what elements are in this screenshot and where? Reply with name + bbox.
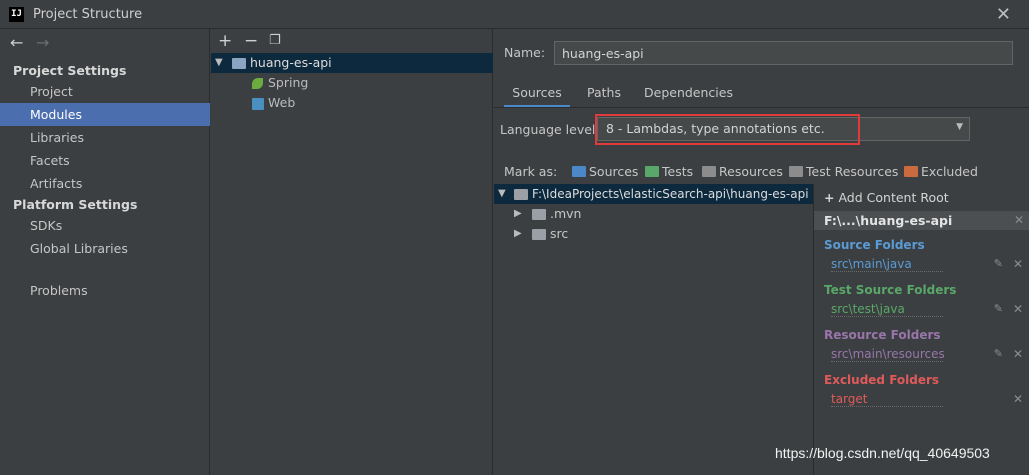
remove-folder-icon[interactable]: ✕ [1013,257,1023,271]
nav-item-modules[interactable]: Modules [0,103,210,126]
tests-folder-icon [645,166,659,177]
facet-row-spring[interactable]: Spring [211,73,493,93]
excluded-folder-icon [904,166,918,177]
tab-divider [494,107,1029,108]
mark-sources-button[interactable]: Sources [589,163,638,181]
tree-label-src: src [550,226,569,241]
facet-label-web: Web [268,95,296,110]
add-content-root-button[interactable]: + Add Content Root [824,190,949,205]
remove-icon[interactable]: − [244,31,258,51]
edit-pencil-icon[interactable]: ✎ [994,347,1003,360]
nav-item-artifacts[interactable]: Artifacts [0,172,210,195]
watermark-url: https://blog.csdn.net/qq_40649503 [775,445,990,461]
expand-triangle-icon[interactable]: ▼ [498,184,506,204]
content-root-row[interactable]: ▼ F:\IdeaProjects\elasticSearch-api\huan… [494,184,813,204]
facet-label-spring: Spring [268,75,309,90]
nav-item-global-libraries[interactable]: Global Libraries [0,237,210,260]
resources-folder-icon [702,166,716,177]
name-label: Name: [504,45,546,60]
test-source-folders-title: Test Source Folders [824,283,957,297]
forward-arrow-icon[interactable]: → [36,33,49,52]
tab-dependencies[interactable]: Dependencies [644,81,733,107]
plus-icon: + [824,190,835,205]
tab-paths[interactable]: Paths [587,81,621,107]
content-root-header-label: F:\...\huang-es-api [824,213,953,228]
mark-tests-button[interactable]: Tests [662,163,693,181]
nav-item-project[interactable]: Project [0,80,210,103]
folder-icon [532,209,546,220]
source-folders-title: Source Folders [824,238,925,252]
highlight-box [595,114,860,145]
resource-folder-path: src\main\resources [831,347,945,362]
dropdown-arrow-icon: ▼ [956,122,963,132]
remove-folder-icon[interactable]: ✕ [1013,392,1023,406]
module-folder-icon [232,58,246,69]
remove-folder-icon[interactable]: ✕ [1013,347,1023,361]
edit-pencil-icon[interactable]: ✎ [994,302,1003,315]
excluded-folders-title: Excluded Folders [824,373,940,387]
content-root-tree: ▼ F:\IdeaProjects\elasticSearch-api\huan… [494,184,813,475]
add-icon[interactable]: + [218,31,232,51]
module-tree-panel: + − ❐ ▼ huang-es-api Spring Web [211,29,493,475]
test-resources-folder-icon [789,166,803,177]
folder-icon [532,229,546,240]
expand-triangle-icon[interactable]: ▼ [215,53,223,73]
project-settings-heading: Project Settings [13,63,127,78]
collapse-triangle-icon[interactable]: ▶ [514,224,522,244]
language-level-label: Language level: [500,122,600,137]
intellij-app-icon: IJ [9,7,24,22]
title-bar: IJ Project Structure ✕ [0,0,1029,29]
sources-folder-icon [572,166,586,177]
module-name-input[interactable] [554,41,1013,65]
module-name: huang-es-api [250,55,332,70]
collapse-triangle-icon[interactable]: ▶ [514,204,522,224]
folder-icon [514,189,528,200]
tree-label-mvn: .mvn [550,206,582,221]
test-source-folder-path: src\test\java [831,302,943,317]
resource-folders-title: Resource Folders [824,328,941,342]
remove-folder-icon[interactable]: ✕ [1013,302,1023,316]
facet-row-web[interactable]: Web [211,93,493,113]
mark-test-resources-button[interactable]: Test Resources [806,163,898,181]
spring-leaf-icon [252,78,263,89]
remove-root-icon[interactable]: ✕ [1014,211,1024,230]
edit-pencil-icon[interactable]: ✎ [994,257,1003,270]
nav-item-libraries[interactable]: Libraries [0,126,210,149]
excluded-folder-path: target [831,392,943,407]
content-root-path: F:\IdeaProjects\elasticSearch-api\huang-… [532,187,809,201]
mark-as-label: Mark as: [504,164,558,179]
tab-sources[interactable]: Sources [504,81,570,107]
nav-item-problems[interactable]: Problems [0,279,210,302]
mark-excluded-button[interactable]: Excluded [921,163,978,181]
content-roots-panel: + Add Content Root F:\...\huang-es-api ✕… [813,184,1029,475]
mark-resources-button[interactable]: Resources [719,163,783,181]
module-row-root[interactable]: ▼ huang-es-api [211,53,493,73]
settings-sidebar: ← → Project Settings Project Modules Lib… [0,29,210,475]
copy-icon[interactable]: ❐ [269,33,281,48]
module-detail-panel: Name: Sources Paths Dependencies Languag… [494,29,1029,475]
platform-settings-heading: Platform Settings [13,197,138,212]
window-title: Project Structure [33,7,143,22]
nav-item-sdks[interactable]: SDKs [0,214,210,237]
close-icon[interactable]: ✕ [996,4,1011,25]
add-content-root-label: Add Content Root [838,190,949,205]
tree-row-mvn[interactable]: ▶ .mvn [494,204,813,224]
back-arrow-icon[interactable]: ← [10,33,23,52]
source-folder-path: src\main\java [831,257,943,272]
content-root-header: F:\...\huang-es-api ✕ [814,211,1029,230]
web-facet-icon [252,98,264,110]
tree-row-src[interactable]: ▶ src [494,224,813,244]
nav-item-facets[interactable]: Facets [0,149,210,172]
